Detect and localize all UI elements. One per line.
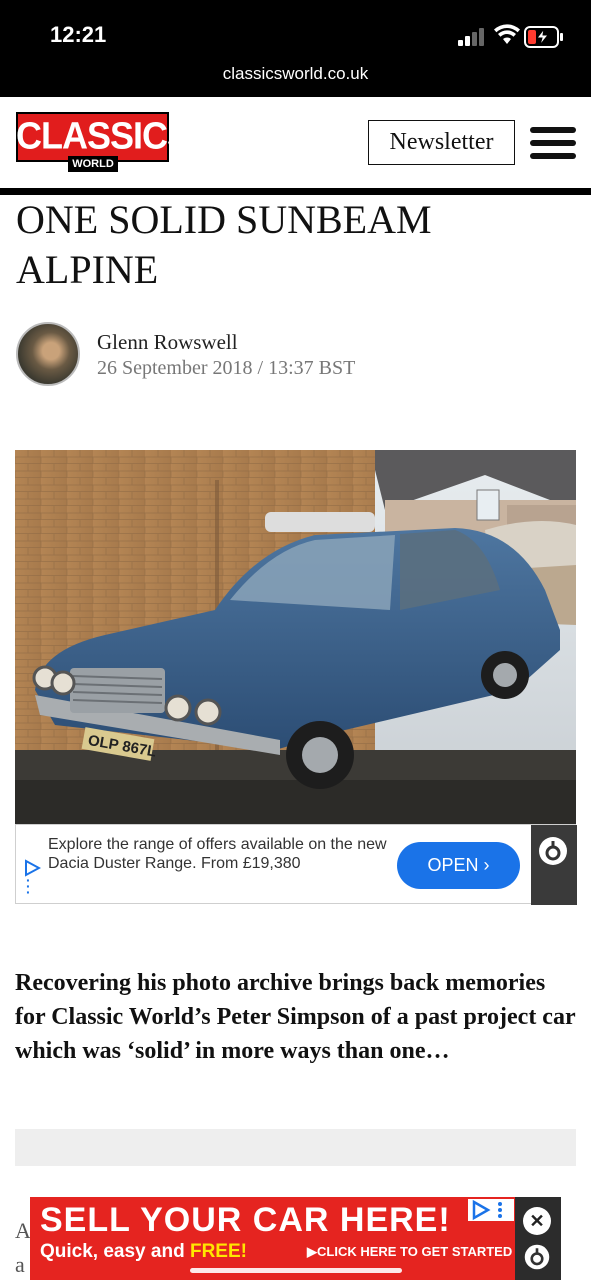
ad-options-icon[interactable]: · · · (26, 873, 31, 899)
status-time: 12:21 (50, 22, 107, 47)
author-avatar[interactable] (16, 322, 80, 386)
article-date: 26 September 2018 / 13:37 BST (97, 357, 356, 379)
paragraph-fragment: a (15, 1252, 25, 1277)
article-hero-image: OLP 867L (15, 450, 576, 824)
banner-ad-tag[interactable] (468, 1199, 514, 1221)
site-header: CLASSICS WORLD Newsletter (0, 97, 591, 188)
battery-charging-icon (524, 26, 563, 48)
logo-main-text: CLASSICS (16, 113, 191, 157)
header-divider (0, 188, 591, 195)
banner-free-text: FREE! (189, 1241, 247, 1262)
content-placeholder (15, 1129, 576, 1166)
paragraph-fragment: A (15, 1218, 31, 1243)
ad-side-panel (531, 825, 577, 905)
banner-subline-text: Quick, easy and (40, 1241, 190, 1262)
banner-subline: Quick, easy and FREE! (40, 1241, 247, 1263)
close-icon[interactable]: ✕ (523, 1207, 551, 1235)
newsletter-button[interactable]: Newsletter (368, 120, 515, 165)
hamburger-menu-icon[interactable] (530, 127, 576, 159)
article-lead: Recovering his photo archive brings back… (15, 970, 576, 1064)
cellular-signal-icon (458, 28, 484, 46)
banner-headline: SELL YOUR CAR HERE! (40, 1201, 451, 1239)
wifi-icon (494, 24, 520, 44)
home-indicator[interactable] (190, 1268, 402, 1273)
inline-advert[interactable]: · · · Explore the range of offers availabl… (15, 824, 577, 905)
adchoices-icon[interactable] (537, 835, 569, 867)
article-title: ONE SOLID SUNBEAM ALPINE (16, 197, 432, 292)
banner-cta[interactable]: ▶CLICK HERE TO GET STARTED (307, 1244, 512, 1260)
ad-text: Explore the range of offers available on… (48, 836, 387, 872)
adchoices-icon[interactable] (523, 1243, 551, 1271)
author-name[interactable]: Glenn Rowswell (97, 330, 238, 355)
url-bar[interactable]: classicsworld.co.uk (0, 64, 591, 84)
logo-sub-text: WORLD (68, 156, 118, 172)
ad-open-button[interactable]: OPEN › (397, 842, 520, 889)
status-bar: 12:21 classicsworld.co.uk (0, 0, 591, 97)
site-logo[interactable]: CLASSICS WORLD (16, 112, 191, 172)
ad-play-icon (472, 1199, 502, 1221)
